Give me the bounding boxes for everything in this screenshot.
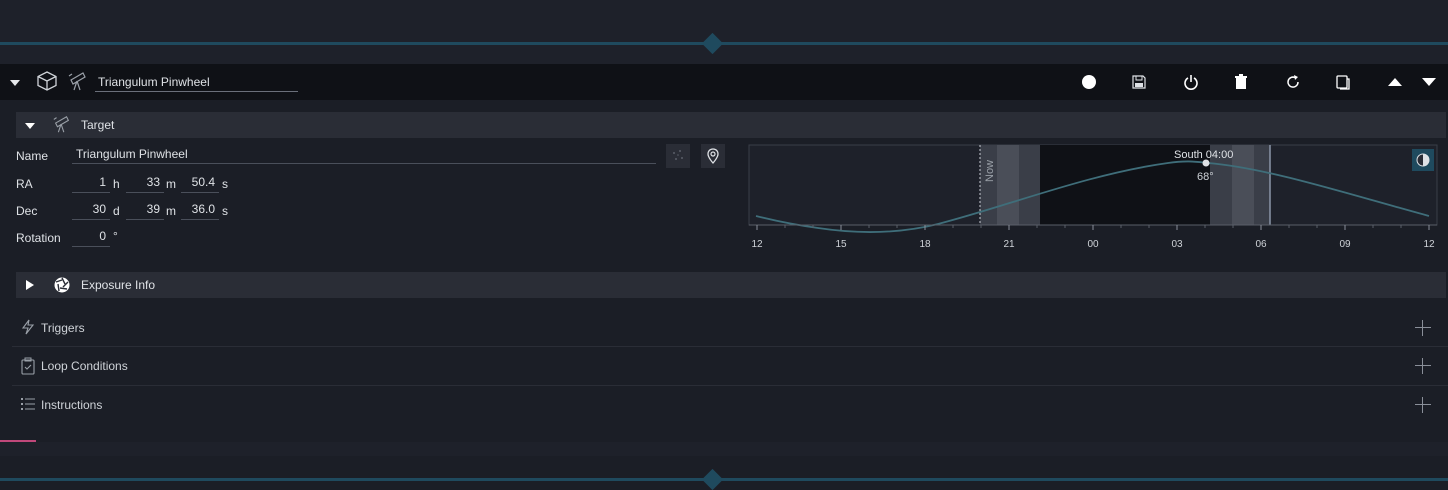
location-pin-button[interactable] bbox=[701, 144, 725, 168]
dec-label: Dec bbox=[16, 204, 38, 218]
exposure-expand-icon[interactable] bbox=[24, 279, 36, 291]
x-tick-label: 12 bbox=[751, 239, 763, 250]
altitude-chart: Now South 04:00 68° 12 15 18 21 00 03 06 09 12 bbox=[748, 144, 1438, 250]
ra-minutes-unit: m bbox=[166, 177, 176, 191]
save-icon[interactable] bbox=[1130, 73, 1148, 91]
collapse-toggle[interactable] bbox=[9, 77, 21, 87]
drop-diamond-top[interactable] bbox=[701, 32, 724, 55]
x-tick-label: 09 bbox=[1339, 239, 1351, 250]
target-section-header[interactable] bbox=[16, 112, 1446, 138]
loop-conditions-label: Loop Conditions bbox=[41, 359, 128, 373]
rotation-label: Rotation bbox=[16, 231, 61, 245]
rotation-unit: ° bbox=[113, 229, 118, 243]
triggers-label: Triggers bbox=[41, 321, 85, 335]
peak-altitude-label: 68° bbox=[1197, 171, 1214, 183]
x-axis-ticks: 12 15 18 21 00 03 06 09 12 bbox=[751, 225, 1435, 250]
dec-seconds-input[interactable]: 36.0 bbox=[181, 202, 219, 220]
exposure-section-title: Exposure Info bbox=[81, 278, 156, 292]
x-tick-label: 18 bbox=[919, 239, 931, 250]
cube-icon bbox=[35, 70, 59, 92]
now-label: Now bbox=[984, 160, 996, 182]
instructions-label: Instructions bbox=[41, 398, 103, 412]
exposure-section-header[interactable] bbox=[16, 272, 1446, 298]
x-tick-label: 15 bbox=[835, 239, 847, 250]
bottom-strip bbox=[0, 456, 1448, 490]
dec-minutes-unit: m bbox=[166, 204, 176, 218]
divider bbox=[12, 346, 1448, 347]
clipboard-check-icon bbox=[20, 357, 36, 375]
moon-icon bbox=[1416, 153, 1430, 167]
record-button[interactable] bbox=[1080, 73, 1098, 91]
move-up-icon[interactable] bbox=[1386, 73, 1404, 91]
telescope-icon bbox=[52, 114, 72, 134]
x-tick-label: 12 bbox=[1423, 239, 1435, 250]
dec-degrees-input[interactable]: 30 bbox=[72, 202, 110, 220]
ra-seconds-unit: s bbox=[222, 177, 228, 191]
sequence-title-input[interactable]: Triangulum Pinwheel bbox=[95, 73, 298, 92]
copy-icon[interactable] bbox=[1334, 73, 1352, 91]
drop-line-bottom[interactable] bbox=[0, 478, 1448, 481]
x-tick-label: 00 bbox=[1087, 239, 1099, 250]
move-down-icon[interactable] bbox=[1420, 73, 1438, 91]
twilight-band-morning-inner bbox=[1232, 145, 1254, 225]
target-name-input[interactable]: Triangulum Pinwheel bbox=[72, 145, 656, 164]
dec-degrees-unit: d bbox=[113, 204, 120, 218]
rotation-input[interactable]: 0 bbox=[72, 229, 110, 247]
lightning-icon bbox=[20, 319, 36, 335]
ra-hours-unit: h bbox=[113, 177, 120, 191]
reset-icon[interactable] bbox=[1284, 73, 1302, 91]
list-icon bbox=[20, 396, 36, 412]
x-tick-label: 06 bbox=[1255, 239, 1267, 250]
target-collapse-icon[interactable] bbox=[24, 120, 36, 130]
telescope-icon bbox=[67, 70, 89, 92]
add-instruction-button[interactable] bbox=[1415, 397, 1431, 413]
x-tick-label: 21 bbox=[1003, 239, 1015, 250]
ra-label: RA bbox=[16, 177, 33, 191]
dec-minutes-input[interactable]: 39 bbox=[126, 202, 164, 220]
south-label: South 04:00 bbox=[1174, 149, 1233, 161]
trash-icon[interactable] bbox=[1232, 73, 1250, 91]
x-tick-label: 03 bbox=[1171, 239, 1183, 250]
divider bbox=[12, 385, 1448, 386]
add-trigger-button[interactable] bbox=[1415, 320, 1431, 336]
drop-line-top[interactable] bbox=[0, 42, 1448, 45]
ra-hours-input[interactable]: 1 bbox=[72, 175, 110, 193]
ra-seconds-input[interactable]: 50.4 bbox=[181, 175, 219, 193]
name-label: Name bbox=[16, 149, 49, 163]
ra-minutes-input[interactable]: 33 bbox=[126, 175, 164, 193]
target-section-title: Target bbox=[81, 118, 115, 132]
sky-atlas-button[interactable] bbox=[666, 144, 690, 168]
aperture-icon bbox=[53, 276, 71, 294]
add-loop-condition-button[interactable] bbox=[1415, 358, 1431, 374]
twilight-band-evening-inner bbox=[997, 145, 1019, 225]
progress-bar bbox=[0, 440, 36, 442]
power-icon[interactable] bbox=[1182, 73, 1200, 91]
dec-seconds-unit: s bbox=[222, 204, 228, 218]
